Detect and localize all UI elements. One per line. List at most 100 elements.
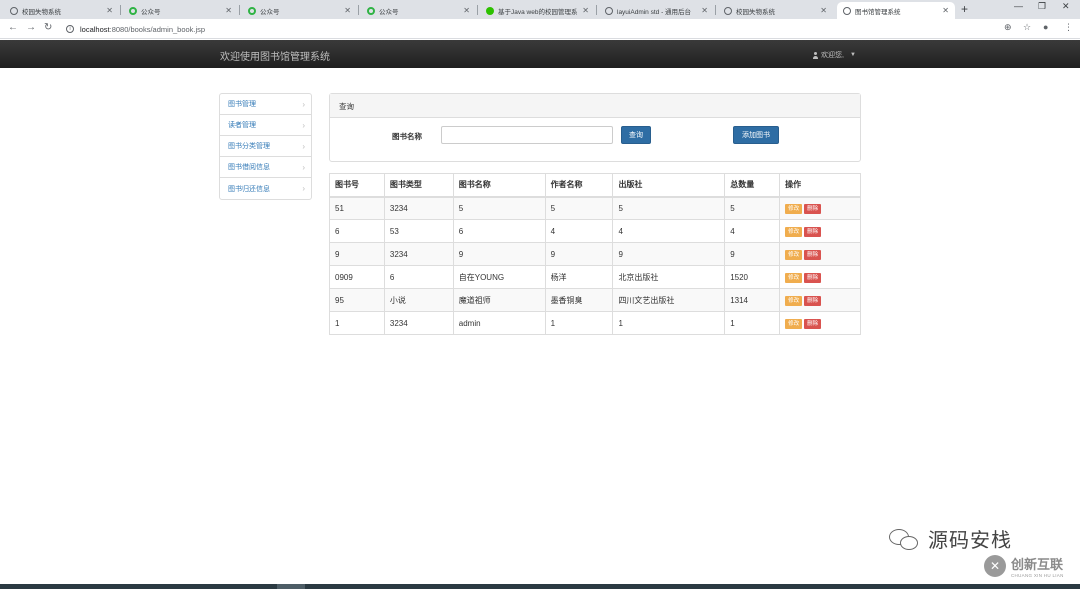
browser-tab-title: 公众号 xyxy=(141,8,161,16)
sidebar-item[interactable]: 图书归还信息 › xyxy=(220,178,311,199)
tab-close-icon[interactable]: ✕ xyxy=(344,6,351,15)
table-cell: 5 xyxy=(452,196,546,220)
browser-tab[interactable]: 校园失物系统 ✕ xyxy=(4,2,119,19)
chevron-right-icon: › xyxy=(302,120,305,130)
sidebar-item[interactable]: 图书借阅信息 › xyxy=(220,157,311,178)
browser-tab[interactable]: layuiAdmin std - 通用后台 ✕ xyxy=(599,2,714,19)
book-name-input[interactable] xyxy=(441,126,613,144)
tab-close-icon[interactable]: ✕ xyxy=(582,6,589,15)
minimize-button[interactable]: — xyxy=(1014,1,1023,11)
table-cell: 1 xyxy=(544,311,614,335)
edit-button[interactable]: 修改 xyxy=(785,272,803,283)
table-cell: 4 xyxy=(544,219,614,243)
chevron-right-icon: › xyxy=(302,184,305,193)
sidebar-item-label: 图书分类管理 xyxy=(228,143,270,150)
table-row: 6 53 6 4 4 4 修改 删除 xyxy=(329,219,861,243)
table-cell: 6 xyxy=(329,219,385,243)
table-cell: 9 xyxy=(329,242,385,266)
sidebar-item[interactable]: 读者管理 › xyxy=(220,115,311,136)
add-book-button[interactable]: 添加图书 xyxy=(733,126,779,144)
column-header: 图书号 xyxy=(329,173,385,198)
forward-icon[interactable]: → xyxy=(26,22,36,33)
table-cell: 1520 xyxy=(724,265,781,289)
table-cell: 1314 xyxy=(724,288,781,312)
actions-cell: 修改 删除 xyxy=(779,242,861,266)
url-field[interactable]: i localhost:8080/books/admin_book.jsp xyxy=(62,22,992,36)
book-table: 图书号 图书类型 图书名称 作者名称 出版社 总数量 操作 51 3234 5 5 5 5 修改 删除 6 5… xyxy=(329,173,861,335)
table-cell: 9 xyxy=(724,242,781,266)
table-cell: 1 xyxy=(724,311,781,335)
browser-tab-title: 基于Java web的校园管理系 xyxy=(498,8,578,16)
menu-kebab-icon[interactable]: ⋮ xyxy=(1064,22,1073,33)
browser-tab[interactable]: 基于Java web的校园管理系 ✕ xyxy=(480,2,595,19)
delete-button[interactable]: 删除 xyxy=(804,295,822,306)
column-header: 总数量 xyxy=(724,173,781,198)
table-cell: 北京出版社 xyxy=(612,265,726,289)
browser-tab-title: 校园失物系统 xyxy=(22,8,61,16)
table-cell: 3234 xyxy=(383,196,454,220)
green-ring-icon xyxy=(129,6,137,15)
tab-close-icon[interactable]: ✕ xyxy=(701,6,708,15)
delete-button[interactable]: 删除 xyxy=(804,226,822,237)
taskbar-active-item[interactable] xyxy=(277,584,305,589)
green-ring-icon xyxy=(367,6,375,15)
delete-button[interactable]: 删除 xyxy=(804,203,822,214)
browser-tab[interactable]: 校园失物系统 ✕ xyxy=(718,2,833,19)
tab-close-icon[interactable]: ✕ xyxy=(106,6,113,15)
edit-button[interactable]: 修改 xyxy=(785,203,803,214)
table-cell: 9 xyxy=(452,242,546,266)
tab-close-icon[interactable]: ✕ xyxy=(820,6,827,15)
edit-button[interactable]: 修改 xyxy=(785,295,803,306)
maximize-button[interactable]: ❐ xyxy=(1038,1,1046,12)
query-form: 图书名称 查询 添加图书 xyxy=(330,118,860,162)
delete-button[interactable]: 删除 xyxy=(804,249,822,260)
table-cell: 自在YOUNG xyxy=(452,265,546,289)
zoom-icon[interactable]: ⊕ xyxy=(1004,22,1012,33)
edit-button[interactable]: 修改 xyxy=(785,249,803,260)
chevron-right-icon: › xyxy=(302,141,305,151)
edit-button[interactable]: 修改 xyxy=(785,226,803,237)
tab-close-icon[interactable]: ✕ xyxy=(942,6,949,15)
column-header: 作者名称 xyxy=(544,173,614,198)
address-bar: ← → ↻ i localhost:8080/books/admin_book.… xyxy=(0,19,1080,39)
actions-cell: 修改 删除 xyxy=(779,265,861,289)
browser-tab[interactable]: 公众号 ✕ xyxy=(123,2,238,19)
navbar-brand[interactable]: 欢迎使用图书馆管理系统 xyxy=(220,48,330,63)
tab-close-icon[interactable]: ✕ xyxy=(463,6,470,15)
back-icon[interactable]: ← xyxy=(8,22,18,33)
user-menu[interactable]: 欢迎您, ▼ xyxy=(812,50,856,60)
tab-separator xyxy=(358,5,359,15)
delete-button[interactable]: 删除 xyxy=(804,318,822,329)
globe-icon xyxy=(605,6,613,15)
table-cell: 墨香铜臭 xyxy=(544,288,614,312)
globe-icon xyxy=(10,6,18,15)
table-cell: 0909 xyxy=(329,265,385,289)
globe-icon xyxy=(724,6,732,15)
browser-tab-title: 公众号 xyxy=(379,8,399,16)
table-cell: 5 xyxy=(612,196,726,220)
search-button[interactable]: 查询 xyxy=(621,126,651,144)
sidebar-item[interactable]: 图书管理 › xyxy=(220,94,311,115)
url-path: :8080/books/admin_book.jsp xyxy=(109,24,206,34)
actions-cell: 修改 删除 xyxy=(779,288,861,312)
reload-icon[interactable]: ↻ xyxy=(44,22,52,33)
browser-tab[interactable]: 公众号 ✕ xyxy=(242,2,357,19)
site-info-icon[interactable]: i xyxy=(66,25,74,33)
tab-close-icon[interactable]: ✕ xyxy=(225,6,232,15)
new-tab-button[interactable]: + xyxy=(961,2,968,16)
account-icon[interactable]: ● xyxy=(1043,22,1048,32)
table-cell: 3234 xyxy=(383,242,454,266)
table-cell: 3234 xyxy=(383,311,454,335)
bookmark-star-icon[interactable]: ☆ xyxy=(1023,22,1031,33)
table-cell: 4 xyxy=(612,219,726,243)
delete-button[interactable]: 删除 xyxy=(804,272,822,283)
close-window-button[interactable]: ✕ xyxy=(1062,1,1070,12)
sidebar-item[interactable]: 图书分类管理 › xyxy=(220,136,311,157)
browser-tab[interactable]: 公众号 ✕ xyxy=(361,2,476,19)
browser-tab[interactable]: 图书馆管理系统 ✕ xyxy=(837,2,955,19)
panel-heading: 查询 xyxy=(330,94,860,118)
actions-cell: 修改 删除 xyxy=(779,196,861,220)
chevron-right-icon: › xyxy=(302,162,305,172)
query-panel: 查询 图书名称 查询 添加图书 xyxy=(329,93,861,162)
edit-button[interactable]: 修改 xyxy=(785,318,803,329)
